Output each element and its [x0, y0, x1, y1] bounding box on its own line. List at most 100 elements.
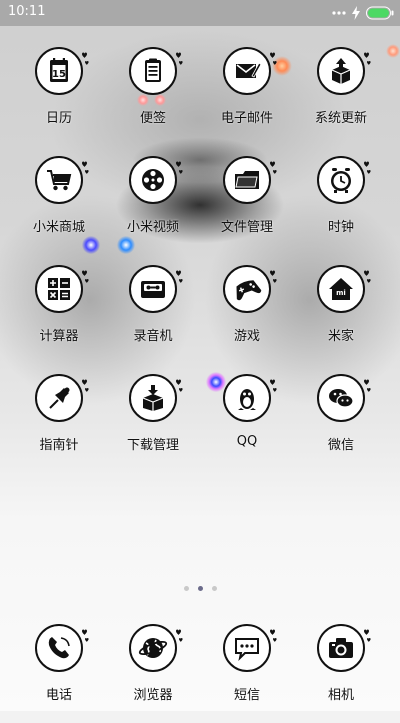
home-icon: mi — [329, 278, 353, 300]
app-label: 时钟 — [327, 220, 354, 235]
status-time: 10:11 — [8, 4, 46, 19]
app-label: 浏览器 — [133, 688, 173, 703]
globe-browser-icon — [138, 638, 168, 658]
folder-icon — [235, 171, 259, 189]
app-message-bubble[interactable]: 短信 — [200, 623, 294, 723]
app-icon-frame — [317, 47, 371, 95]
calculator-icon — [48, 278, 70, 300]
app-icon-frame — [223, 374, 277, 422]
app-label: 小米视频 — [126, 220, 179, 235]
app-update[interactable]: 系统更新 — [294, 46, 388, 146]
app-label: 电话 — [45, 688, 72, 703]
app-globe-browser[interactable]: 浏览器 — [106, 623, 200, 723]
app-label: 短信 — [233, 688, 260, 703]
app-compass-pin[interactable]: 指南针 — [12, 373, 106, 473]
hearts-decoration-icon — [364, 161, 371, 174]
app-label: 下载管理 — [126, 438, 179, 453]
app-label: QQ — [236, 434, 258, 449]
hearts-decoration-icon — [82, 161, 89, 174]
cassette-icon — [141, 281, 165, 298]
phone-icon — [48, 637, 70, 659]
app-folder[interactable]: 文件管理 — [200, 155, 294, 255]
compass-pin-icon — [49, 387, 70, 409]
calendar-icon: 15 — [50, 58, 68, 82]
page-dot[interactable] — [183, 586, 189, 591]
app-icon-frame — [35, 624, 89, 672]
camera-icon — [329, 638, 353, 658]
hearts-decoration-icon — [270, 379, 277, 392]
app-calendar[interactable]: 15 日历 — [12, 46, 106, 146]
hearts-decoration-icon — [364, 270, 371, 283]
app-download-box[interactable]: 下载管理 — [106, 373, 200, 473]
signal-dots-icon — [332, 11, 346, 15]
app-home[interactable]: mi 米家 — [294, 264, 388, 364]
app-notes[interactable]: 便签 — [106, 46, 200, 146]
hearts-decoration-icon — [82, 379, 89, 392]
message-bubble-icon — [235, 638, 259, 662]
app-label: 相机 — [327, 688, 354, 703]
alarm-clock-icon — [331, 168, 351, 193]
app-label: 文件管理 — [220, 220, 273, 235]
hearts-decoration-icon — [82, 270, 89, 283]
film-reel-icon — [142, 169, 164, 191]
page-dot[interactable] — [211, 586, 217, 591]
hearts-decoration-icon — [364, 629, 371, 642]
app-icon-frame — [317, 156, 371, 204]
app-qq-penguin[interactable]: QQ — [200, 373, 294, 473]
page-indicator — [0, 584, 400, 594]
hearts-decoration-icon — [270, 52, 277, 65]
app-icon-frame — [223, 265, 277, 313]
gamepad-icon — [236, 280, 262, 301]
app-wechat[interactable]: 微信 — [294, 373, 388, 473]
page-dot[interactable] — [197, 586, 203, 591]
app-icon-frame — [35, 374, 89, 422]
app-icon-frame: mi — [317, 265, 371, 313]
hearts-decoration-icon — [176, 161, 183, 174]
app-icon-frame — [317, 374, 371, 422]
app-shopping-cart[interactable]: 小米商城 — [12, 155, 106, 255]
notes-icon — [145, 58, 161, 82]
app-label: 米家 — [327, 329, 354, 344]
hearts-decoration-icon — [82, 629, 89, 642]
app-icon-frame — [129, 47, 183, 95]
app-icon-frame: 15 — [35, 47, 89, 95]
hearts-decoration-icon — [364, 52, 371, 65]
hearts-decoration-icon — [270, 161, 277, 174]
app-label: 小米商城 — [32, 220, 85, 235]
hearts-decoration-icon — [176, 270, 183, 283]
svg-text:mi: mi — [336, 289, 346, 297]
wechat-icon — [329, 389, 354, 408]
app-film-reel[interactable]: 小米视频 — [106, 155, 200, 255]
app-label: 游戏 — [233, 329, 260, 344]
charging-bolt-icon — [352, 6, 360, 20]
app-alarm-clock[interactable]: 时钟 — [294, 155, 388, 255]
app-icon-frame — [35, 265, 89, 313]
update-icon — [331, 58, 351, 84]
app-label: 电子邮件 — [220, 111, 273, 126]
svg-text:15: 15 — [52, 69, 66, 80]
qq-penguin-icon — [238, 389, 256, 410]
app-gamepad[interactable]: 游戏 — [200, 264, 294, 364]
app-label: 日历 — [45, 111, 72, 126]
app-icon-frame — [35, 156, 89, 204]
app-icon-frame — [223, 47, 277, 95]
app-mail[interactable]: 电子邮件 — [200, 46, 294, 146]
hearts-decoration-icon — [176, 629, 183, 642]
app-phone[interactable]: 电话 — [12, 623, 106, 723]
download-box-icon — [142, 385, 164, 411]
app-camera[interactable]: 相机 — [294, 623, 388, 723]
app-label: 微信 — [327, 438, 354, 453]
app-cassette[interactable]: 录音机 — [106, 264, 200, 364]
app-icon-frame — [129, 156, 183, 204]
app-label: 指南针 — [39, 438, 79, 453]
hearts-decoration-icon — [270, 270, 277, 283]
app-label: 录音机 — [133, 329, 173, 344]
app-label: 系统更新 — [314, 111, 367, 126]
battery-icon — [366, 6, 394, 20]
app-calculator[interactable]: 计算器 — [12, 264, 106, 364]
app-icon-frame — [129, 624, 183, 672]
hearts-decoration-icon — [176, 52, 183, 65]
hearts-decoration-icon — [270, 629, 277, 642]
app-icon-frame — [317, 624, 371, 672]
shopping-cart-icon — [47, 170, 72, 191]
